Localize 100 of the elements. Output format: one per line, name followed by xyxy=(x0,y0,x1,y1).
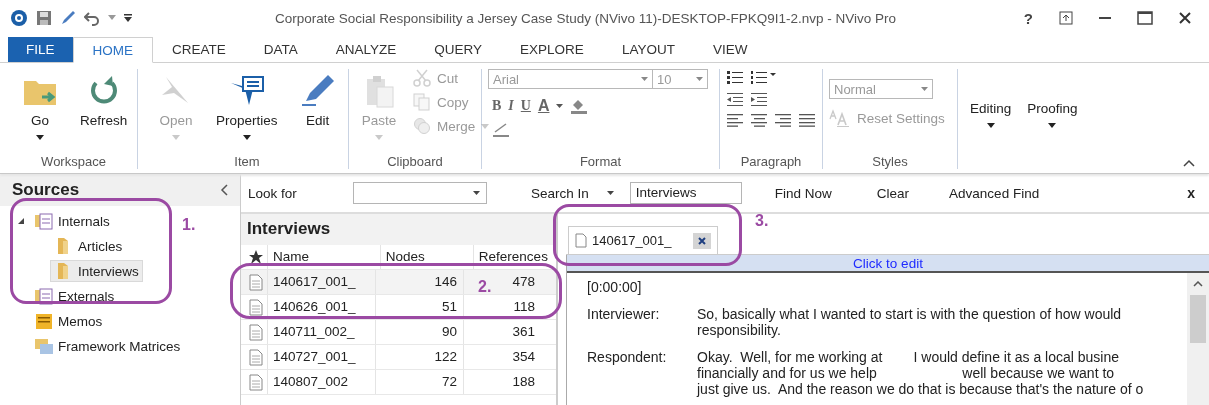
ribbon-tab[interactable]: DATA xyxy=(244,37,317,62)
group-label: Paragraph xyxy=(739,154,803,169)
annotation-label: 2. xyxy=(478,278,492,296)
ribbon-button[interactable]: Go xyxy=(16,69,64,154)
help-button[interactable]: ? xyxy=(1023,9,1033,27)
ribbon-tab[interactable]: QUERY xyxy=(415,37,502,62)
annotation-label: 3. xyxy=(755,212,769,230)
tree-item[interactable]: Externals xyxy=(30,285,119,307)
caret-icon[interactable] xyxy=(108,15,116,21)
tree-item[interactable]: Framework Matrices xyxy=(30,335,185,357)
pencil-icon[interactable] xyxy=(60,10,76,26)
scissors-icon xyxy=(413,69,431,87)
scroll-thumb[interactable] xyxy=(1190,295,1206,343)
table-row[interactable]: 140711_002_ 90 361 xyxy=(241,320,556,345)
group-label: Styles xyxy=(871,154,909,169)
table-cell: 140807_002 xyxy=(267,370,375,394)
customize-icon[interactable] xyxy=(124,14,132,22)
table-row[interactable]: 140626_001_ 51 118 xyxy=(241,295,556,320)
column-header[interactable]: References xyxy=(472,245,556,269)
group-label: Item xyxy=(233,154,261,169)
transcript-text: So, basically what I wanted to start is with the question of how would responsibility. xyxy=(697,306,1122,338)
table-cell: 140626_001_ xyxy=(267,295,375,319)
close-icon[interactable] xyxy=(693,232,711,249)
align-icon[interactable] xyxy=(726,113,744,127)
copy-icon xyxy=(413,93,431,111)
ribbon-tab[interactable]: LAYOUT xyxy=(602,37,694,62)
caret-icon xyxy=(696,77,703,81)
document-tab[interactable]: 140617_001_ xyxy=(568,226,718,254)
ribbon-tab[interactable]: FILE xyxy=(8,37,73,62)
ribbon-button[interactable]: Properties xyxy=(210,69,284,154)
maximize-icon[interactable] xyxy=(1137,11,1153,25)
save-icon[interactable] xyxy=(36,10,52,26)
group-label: Clipboard xyxy=(386,154,444,169)
caret-icon xyxy=(921,87,928,91)
tree-item[interactable]: Interviews xyxy=(50,260,143,282)
table-cell: 140617_001_ xyxy=(267,270,375,294)
list-title: Interviews xyxy=(241,214,556,245)
table-cell: 146 xyxy=(375,270,463,294)
table-cell: 354 xyxy=(463,345,541,369)
tree-item[interactable]: Internals xyxy=(30,210,114,232)
table-row[interactable]: 140807_002 72 188 xyxy=(241,370,556,395)
numbered-list-icon[interactable] xyxy=(750,69,776,85)
table-cell: 90 xyxy=(375,320,463,344)
ribbon-button[interactable]: Refresh xyxy=(74,69,134,154)
bullet-list-icon[interactable] xyxy=(726,69,744,85)
column-header[interactable]: Nodes xyxy=(379,245,473,269)
document-icon xyxy=(249,348,263,366)
expand-icon[interactable] xyxy=(17,217,25,225)
restore-ribbon-icon[interactable] xyxy=(1059,11,1073,25)
speaker-label: Respondent: xyxy=(587,349,668,367)
cabinet-icon xyxy=(34,287,54,305)
find-button[interactable]: Find Now xyxy=(774,185,832,201)
document-icon xyxy=(249,373,263,391)
ribbon-tab[interactable]: EXPLORE xyxy=(501,37,603,62)
table-row[interactable]: 140727_001_ 122 354 xyxy=(241,345,556,370)
close-find-button[interactable]: x xyxy=(1187,185,1195,201)
column-header[interactable]: Name xyxy=(267,245,380,269)
ribbon-button[interactable]: Proofing xyxy=(1021,69,1084,169)
find-button[interactable]: Advanced Find xyxy=(949,185,1040,201)
indent-icon[interactable] xyxy=(750,91,768,107)
ribbon-button[interactable]: Editing xyxy=(964,69,1018,169)
pane-title: Sources xyxy=(12,180,80,200)
align-icon[interactable] xyxy=(798,113,816,127)
annotation-label: 1. xyxy=(182,216,196,234)
tree-item[interactable]: Memos xyxy=(30,310,107,332)
align-icon[interactable] xyxy=(750,113,768,127)
table-cell: 51 xyxy=(375,295,463,319)
transcript-text: Okay. Well, for me working at I would define it as a local busine financially and for us we help well because we want to just give us. And the reason we do that is because that's the nature of o xyxy=(697,349,1144,397)
close-icon[interactable] xyxy=(1179,12,1191,24)
document-icon xyxy=(249,323,263,341)
caret-icon xyxy=(556,104,564,108)
ribbon-tab[interactable]: CREATE xyxy=(153,37,245,62)
caret-icon xyxy=(473,191,480,195)
ribbon-tab[interactable]: ANALYZE xyxy=(316,37,416,62)
font-size-icon xyxy=(829,109,851,127)
group-label: Workspace xyxy=(40,154,107,169)
table-cell: 118 xyxy=(463,295,541,319)
ribbon-tab[interactable]: VIEW xyxy=(693,37,767,62)
tree-item[interactable]: Articles xyxy=(50,235,127,257)
document-icon xyxy=(249,298,263,316)
table-cell: 72 xyxy=(375,370,463,394)
align-icon[interactable] xyxy=(774,113,792,127)
undo-icon[interactable] xyxy=(84,10,100,26)
collapse-ribbon-icon[interactable] xyxy=(1183,159,1195,167)
scroll-up-icon[interactable] xyxy=(1193,281,1203,287)
ribbon-button[interactable]: Edit xyxy=(293,69,342,154)
collapse-pane-icon[interactable] xyxy=(220,184,228,196)
click-to-edit-bar[interactable]: Click to edit xyxy=(567,255,1209,273)
ribbon-tab[interactable]: HOME xyxy=(72,37,153,63)
app-logo-icon xyxy=(10,9,28,27)
find-button[interactable]: Clear xyxy=(876,185,910,201)
search-in-field[interactable]: Interviews xyxy=(629,182,742,204)
outdent-icon[interactable] xyxy=(726,91,744,107)
document-icon xyxy=(249,273,263,291)
group-label: Format xyxy=(578,154,623,169)
cabinet-icon xyxy=(34,212,54,230)
caret-icon xyxy=(606,191,614,195)
memo-icon xyxy=(34,312,54,330)
search-in-button[interactable]: Search In xyxy=(531,185,614,201)
scrollbar[interactable] xyxy=(1187,273,1209,405)
